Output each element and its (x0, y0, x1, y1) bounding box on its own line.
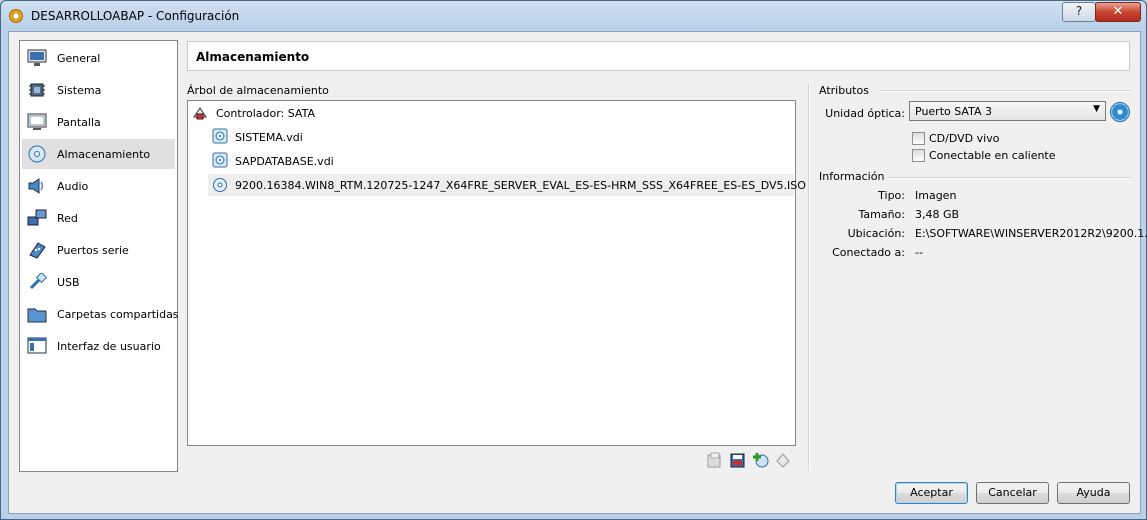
tree-item-iso-selected[interactable]: 9200.16384.WIN8_RTM.120725-1247_X64FRE_S… (208, 174, 806, 196)
sidebar-item-label: Audio (57, 180, 89, 193)
remove-attachment-icon[interactable] (775, 452, 791, 468)
sidebar-item-label: Carpetas compartidas (57, 308, 179, 321)
tree-item-label: SAPDATABASE.vdi (235, 155, 334, 168)
hard-disk-icon (212, 152, 228, 168)
serial-port-icon (29, 242, 46, 259)
tree-item-label: SISTEMA.vdi (235, 131, 303, 144)
sidebar-item-label: Almacenamiento (57, 148, 151, 161)
info-location-value: E:\SOFTWARE\WINSERVER2012R2\9200.1... (915, 227, 1147, 240)
choose-disc-icon[interactable] (1110, 102, 1130, 122)
page-title: Almacenamiento (196, 50, 310, 64)
title-bar: DESARROLLOABAP - Configuración ? ✕ (1, 1, 1146, 31)
tree-item-label: Controlador: SATA (216, 107, 315, 120)
storage-tree-label: Árbol de almacenamiento (187, 84, 329, 97)
controller-icon (193, 107, 207, 120)
chevron-down-icon: ▼ (1093, 104, 1100, 114)
settings-sidebar: General Sistema Pantalla Almacenamiento … (19, 40, 179, 472)
speaker-icon (28, 178, 44, 194)
hotplug-label: Conectable en caliente (929, 149, 1056, 162)
optical-drive-label: Unidad óptica: (825, 107, 905, 120)
info-location-label: Ubicación: (847, 227, 905, 240)
page-header: Almacenamiento (187, 41, 1130, 71)
sidebar-item-label: Red (57, 212, 78, 225)
hotplug-checkbox[interactable] (912, 149, 925, 162)
add-attachment-icon[interactable] (753, 452, 769, 468)
sidebar-item-audio[interactable]: Audio (22, 171, 175, 201)
add-controller-icon[interactable] (707, 452, 723, 468)
information-section-label: Información (819, 170, 885, 183)
sidebar-item-label: Pantalla (57, 116, 101, 129)
close-button[interactable]: ✕ (1095, 2, 1141, 22)
live-cd-checkbox[interactable] (912, 132, 925, 145)
sidebar-item-label: General (57, 52, 101, 65)
sidebar-item-network[interactable]: Red (22, 203, 175, 233)
optical-disc-icon (213, 178, 227, 192)
sidebar-item-label: USB (57, 276, 80, 289)
monitor-icon (27, 49, 47, 66)
sidebar-item-label: Sistema (57, 84, 102, 97)
live-cd-label: CD/DVD vivo (929, 132, 1000, 145)
help-title-button[interactable]: ? (1062, 2, 1096, 22)
cancel-button[interactable]: Cancelar (976, 482, 1049, 504)
help-button[interactable]: Ayuda (1057, 482, 1130, 504)
sidebar-item-display[interactable]: Pantalla (22, 107, 175, 137)
info-connected-label: Conectado a: (832, 246, 905, 259)
sidebar-item-storage[interactable]: Almacenamiento (22, 139, 175, 169)
sidebar-item-general[interactable]: General (22, 43, 175, 73)
sidebar-item-usb[interactable]: USB (22, 267, 175, 297)
sidebar-item-system[interactable]: Sistema (22, 75, 175, 105)
attributes-section-label: Atributos (819, 84, 869, 97)
display-icon (27, 113, 47, 130)
optical-drive-value: Puerto SATA 3 (915, 105, 992, 118)
window-icon (27, 337, 47, 354)
info-size-value: 3,48 GB (915, 208, 960, 221)
attributes-divider (881, 90, 1131, 92)
sidebar-item-label: Puertos serie (57, 244, 129, 257)
accept-button[interactable]: Aceptar (895, 482, 968, 504)
chip-icon (29, 83, 45, 97)
folder-icon (27, 308, 47, 323)
network-icon (27, 209, 47, 226)
info-type-value: Imagen (915, 189, 957, 202)
sidebar-item-serial-ports[interactable]: Puertos serie (22, 235, 175, 265)
info-type-label: Tipo: (878, 189, 905, 202)
window-title: DESARROLLOABAP - Configuración (31, 9, 240, 23)
usb-icon (29, 273, 47, 290)
information-divider (886, 177, 1131, 179)
panel-separator (808, 83, 810, 470)
info-connected-value: -- (915, 246, 923, 259)
optical-drive-select[interactable]: Puerto SATA 3 ▼ (909, 101, 1106, 121)
sidebar-item-label: Interfaz de usuario (57, 340, 161, 353)
storage-tree[interactable]: Controlador: SATA SISTEMA.vdi SAPDATABAS… (187, 100, 806, 446)
hard-disk-icon (212, 128, 228, 144)
sidebar-item-user-interface[interactable]: Interfaz de usuario (22, 331, 175, 361)
storage-icon (28, 145, 46, 163)
tree-item-label: 9200.16384.WIN8_RTM.120725-1247_X64FRE_S… (235, 179, 806, 192)
dialog-body: General Sistema Pantalla Almacenamiento … (8, 31, 1147, 514)
sidebar-item-shared-folders[interactable]: Carpetas compartidas (22, 299, 179, 329)
info-size-label: Tamaño: (858, 208, 905, 221)
remove-controller-icon[interactable] (730, 452, 746, 468)
virtualbox-logo-icon (9, 9, 23, 23)
settings-dialog: DESARROLLOABAP - Configuración ? ✕ Gener… (0, 0, 1147, 520)
